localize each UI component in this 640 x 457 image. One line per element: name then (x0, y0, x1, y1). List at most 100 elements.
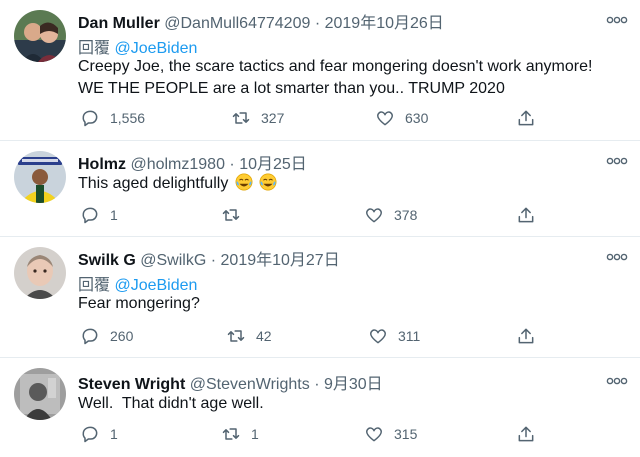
tweet-header: Steven Wright @StevenWrights · 9月30日 (78, 370, 600, 393)
tweet-text-line: This aged delightfully (78, 175, 229, 192)
tweet-date[interactable]: 9月30日 (324, 376, 383, 393)
tweet[interactable]: Swilk G @SwilkG · 2019年10月27日 回覆 @JoeBid… (0, 237, 640, 358)
like-button[interactable]: 630 (375, 107, 428, 129)
like-icon (376, 111, 394, 126)
tweet[interactable]: Holmz @holmz1980 · 10月25日 This aged deli… (0, 141, 640, 237)
like-count: 378 (394, 207, 418, 223)
retweet-icon (222, 209, 240, 221)
reply-mention[interactable]: @JoeBiden (114, 40, 197, 57)
tweet-header: Dan Muller @DanMull64774209 · 2019年10月26… (78, 9, 600, 32)
reply-prefix: 回覆 (78, 40, 111, 57)
share-button[interactable] (516, 204, 546, 226)
avatar[interactable] (14, 247, 66, 299)
reply-button[interactable]: 1,556 (80, 107, 145, 129)
tweet-text: Well. That didn't age well. (78, 393, 628, 415)
like-icon (365, 208, 383, 223)
separator: · (229, 156, 235, 173)
more-icon[interactable] (606, 14, 628, 26)
dan-muller-avatar-icon (14, 10, 66, 62)
tweet-header: Swilk G @SwilkG · 2019年10月27日 (78, 246, 600, 269)
retweet-icon (222, 428, 240, 440)
tweet-actions: 260 42 311 (78, 325, 640, 347)
share-button[interactable] (516, 325, 546, 347)
share-button[interactable] (516, 423, 546, 445)
retweet-count: 42 (256, 328, 272, 344)
share-icon (518, 328, 534, 344)
tweet-text-line: Creepy Joe, the scare tactics and fear m… (78, 58, 593, 75)
reply-prefix: 回覆 (78, 277, 111, 294)
tweet[interactable]: Steven Wright @StevenWrights · 9月30日 Wel… (0, 358, 640, 457)
tweet-date[interactable]: 10月25日 (239, 156, 307, 173)
tweet-actions: 1,556 327 630 (78, 107, 640, 129)
face-with-tears-of-joy-icon (235, 173, 253, 191)
reply-icon (82, 426, 98, 443)
display-name[interactable]: Holmz (78, 156, 126, 173)
user-handle[interactable]: @holmz1980 (130, 156, 225, 173)
separator: · (210, 252, 217, 269)
tweet-text-line: Well. That didn't age well. (78, 395, 264, 412)
tweet[interactable]: Dan Muller @DanMull64774209 · 2019年10月26… (0, 0, 640, 141)
retweet-icon (227, 330, 245, 342)
retweet-button[interactable] (221, 204, 251, 226)
share-icon (518, 110, 534, 126)
tweet-header: Holmz @holmz1980 · 10月25日 (78, 150, 600, 173)
reply-context: 回覆 @JoeBiden (78, 34, 197, 58)
more-icon[interactable] (606, 375, 628, 387)
user-handle[interactable]: @SwilkG (140, 252, 206, 269)
like-count: 315 (394, 426, 418, 442)
reply-button[interactable]: 260 (80, 325, 133, 347)
reply-count: 1,556 (110, 110, 146, 126)
share-icon (518, 426, 534, 442)
tweet-text: This aged delightfully (78, 173, 628, 195)
display-name[interactable]: Dan Muller (78, 15, 160, 32)
retweet-button[interactable]: 327 (231, 107, 284, 129)
reply-count: 260 (110, 328, 134, 344)
tweet-text: Creepy Joe, the scare tactics and fear m… (78, 56, 628, 100)
reply-count: 1 (110, 207, 118, 223)
reply-icon (82, 110, 98, 127)
face-with-tears-of-joy-icon (259, 173, 277, 191)
reply-icon (82, 207, 98, 224)
reply-mention[interactable]: @JoeBiden (114, 277, 197, 294)
retweet-count: 1 (251, 426, 259, 442)
reply-context: 回覆 @JoeBiden (78, 271, 197, 295)
avatar[interactable] (14, 10, 66, 62)
more-icon[interactable] (606, 251, 628, 263)
tweet-date[interactable]: 2019年10月27日 (221, 252, 340, 269)
like-button[interactable]: 311 (368, 325, 420, 347)
more-icon[interactable] (606, 155, 628, 167)
tweet-text-line: WE THE PEOPLE are a lot smarter than you… (78, 80, 505, 97)
like-icon (369, 329, 387, 344)
swilk-g-avatar-icon (14, 247, 66, 299)
like-icon (365, 427, 383, 442)
user-handle[interactable]: @StevenWrights (190, 376, 310, 393)
avatar[interactable] (14, 368, 66, 420)
tweet-text-line: Fear mongering? (78, 295, 200, 312)
display-name[interactable]: Steven Wright (78, 376, 185, 393)
like-button[interactable]: 315 (364, 423, 417, 445)
reply-button[interactable]: 1 (80, 204, 118, 226)
like-button[interactable]: 378 (364, 204, 417, 226)
share-button[interactable] (516, 107, 546, 129)
retweet-button[interactable]: 42 (226, 325, 272, 347)
reply-count: 1 (110, 426, 118, 442)
tweet-text: Fear mongering? (78, 293, 628, 315)
separator: · (314, 376, 320, 393)
reply-icon (82, 328, 98, 345)
like-count: 311 (398, 328, 421, 344)
user-handle[interactable]: @DanMull64774209 (164, 15, 310, 32)
tweet-actions: 1 1 315 (78, 423, 640, 445)
steven-wright-avatar-icon (14, 368, 66, 420)
retweet-icon (232, 112, 250, 124)
holmz-avatar-icon (14, 151, 66, 203)
reply-button[interactable]: 1 (80, 423, 118, 445)
retweet-count: 327 (261, 110, 285, 126)
share-icon (518, 207, 534, 223)
retweet-button[interactable]: 1 (221, 423, 259, 445)
like-count: 630 (405, 110, 429, 126)
avatar[interactable] (14, 151, 66, 203)
separator: · (314, 15, 321, 32)
tweet-actions: 1 378 (78, 204, 640, 226)
display-name[interactable]: Swilk G (78, 252, 136, 269)
tweet-date[interactable]: 2019年10月26日 (325, 15, 444, 32)
